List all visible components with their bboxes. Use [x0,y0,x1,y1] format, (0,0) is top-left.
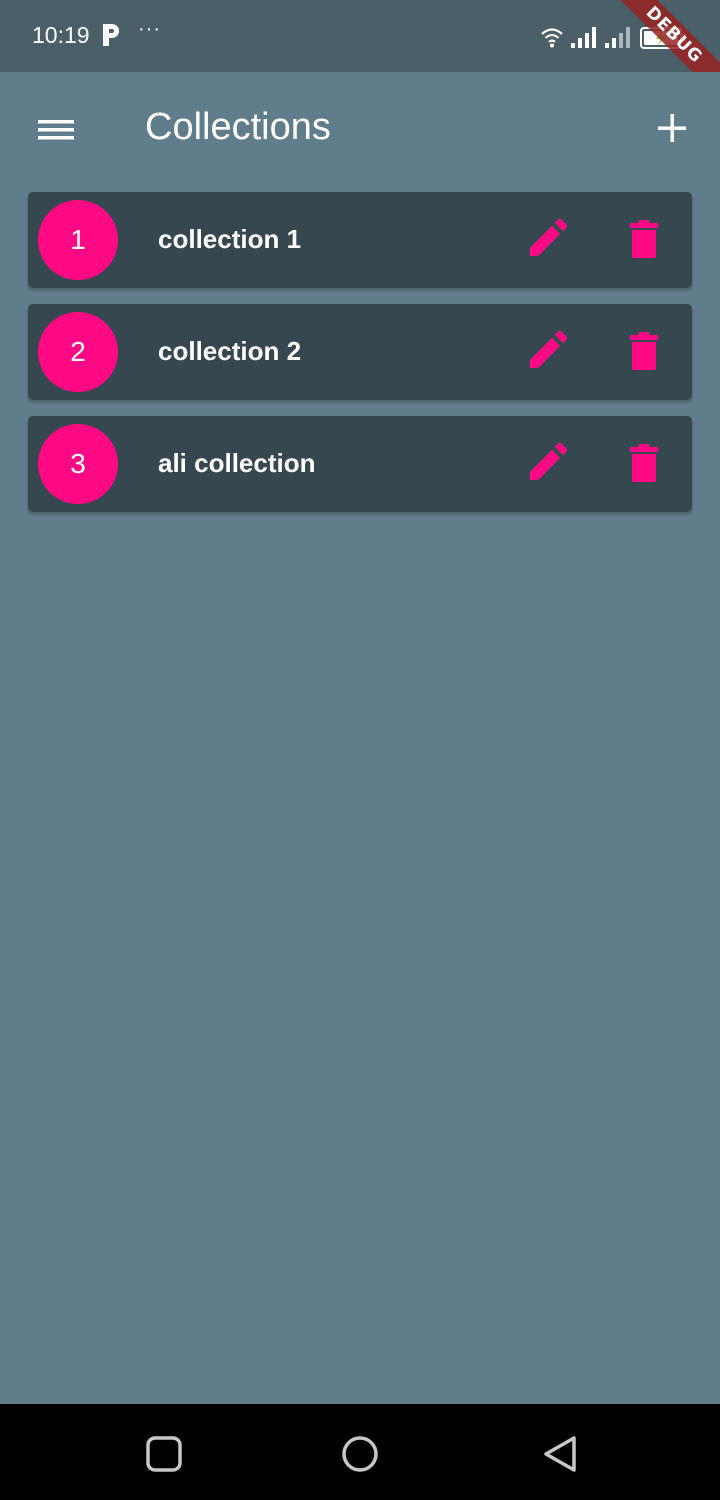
home-icon [342,1436,378,1472]
signal-icon [571,26,597,48]
edit-collection-button[interactable] [524,218,572,262]
collection-index-avatar: 1 [38,200,118,280]
parking-icon [101,24,121,46]
edit-collection-button[interactable] [524,442,572,486]
menu-button[interactable] [30,110,82,148]
trash-icon [630,444,658,482]
edit-collection-button[interactable] [524,330,572,374]
delete-collection-button[interactable] [622,218,666,262]
trash-icon [630,332,658,370]
collection-list-item[interactable]: 3 ali collection [28,416,692,512]
collection-index-avatar: 2 [38,312,118,392]
trash-icon [630,220,658,258]
collection-list: 1 collection 1 2 collection 2 3 ali coll… [28,192,692,528]
collection-index-avatar: 3 [38,424,118,504]
delete-collection-button[interactable] [622,442,666,486]
home-button[interactable] [340,1434,380,1474]
collection-name: collection 1 [158,224,302,254]
plus-icon [658,114,686,142]
status-time: 10:19 [32,22,90,48]
hamburger-menu-icon [38,120,74,140]
wifi-icon [540,26,564,48]
recents-button[interactable] [144,1434,184,1474]
collection-list-item[interactable]: 1 collection 1 [28,192,692,288]
collection-name: collection 2 [158,336,302,366]
delete-collection-button[interactable] [622,330,666,374]
back-icon [544,1436,576,1472]
signal-icon [605,26,631,48]
recents-icon [146,1436,182,1472]
pencil-icon [530,219,567,256]
add-collection-button[interactable] [650,106,694,150]
system-navigation-bar [0,1404,720,1500]
more-notifications-indicator: ··· [138,18,161,40]
back-button[interactable] [540,1434,580,1474]
app-bar: Collections [0,72,720,184]
status-bar: 10:19 ··· DEBUG [0,0,720,72]
collection-name: ali collection [158,448,316,478]
page-title: Collections [145,106,331,148]
pencil-icon [530,443,567,480]
collection-list-item[interactable]: 2 collection 2 [28,304,692,400]
pencil-icon [530,331,567,368]
